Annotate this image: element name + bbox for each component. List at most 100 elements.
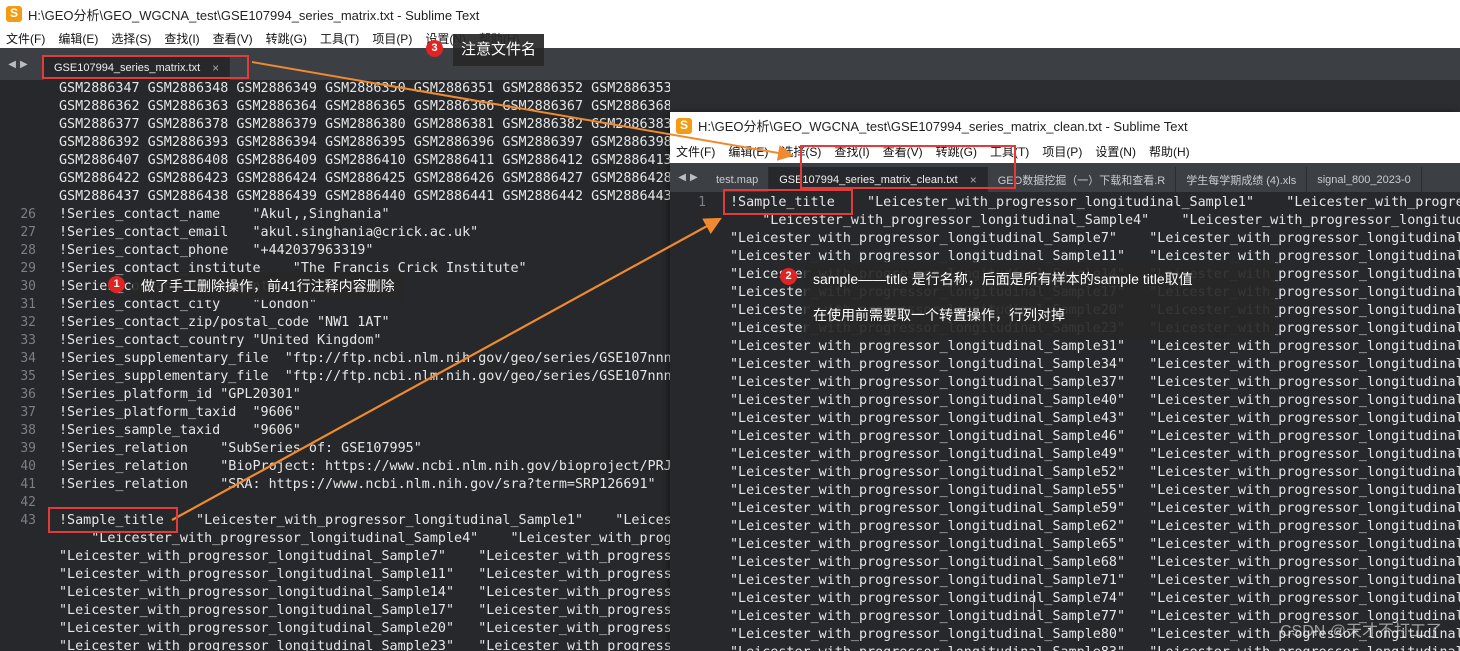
line-number: 42 <box>20 495 36 510</box>
line-number: 40 <box>20 459 36 474</box>
line-number <box>0 98 36 116</box>
menu-item[interactable]: 查看(V) <box>207 30 260 47</box>
tab-label: GEO数据挖掘（一）下载和查看.R <box>997 174 1166 187</box>
code-line: !Sample_title "Leicester_with_progressor… <box>59 513 670 528</box>
line-number: 30 <box>20 279 36 294</box>
tab-series-matrix[interactable]: GSE107994_series_matrix.txt × <box>44 55 231 80</box>
menu-item[interactable]: 文件(F) <box>0 30 52 47</box>
menu-item[interactable]: 工具(T) <box>314 30 366 47</box>
code-line: "Leicester_with_progressor_longitudinal_… <box>730 501 1460 516</box>
note-badge-2: 2 <box>780 268 797 285</box>
code-line: "Leicester_with_progressor_longitudinal_… <box>730 483 1460 498</box>
tab-2[interactable]: GEO数据挖掘（一）下载和查看.R <box>988 167 1177 192</box>
note-manual-delete: 做了手工删除操作，前41行注释内容删除 <box>133 272 403 300</box>
code-line: !Series_relation "BioProject: https://ww… <box>59 459 670 474</box>
line-number: 26 <box>20 207 36 222</box>
menu-item[interactable]: 转跳(G) <box>260 30 314 47</box>
code-line: "Leicester_with_progressor_longitudinal_… <box>59 549 670 564</box>
tab-4[interactable]: signal_800_2023-0 <box>1307 167 1422 192</box>
tab-close-icon[interactable]: × <box>212 61 219 75</box>
tab-label: test.map <box>716 173 759 186</box>
line-number: 41 <box>20 477 36 492</box>
code-line: !Series_sample_taxid "9606" <box>59 423 301 438</box>
code-line: !Series_contact_email "akul.singhania@cr… <box>59 225 479 240</box>
tab-nav-arrows[interactable]: ◀ ▶ <box>0 59 36 70</box>
tab-3[interactable]: 学生每学期成绩 (4).xls <box>1176 167 1308 192</box>
note-sample-title-line2: 在使用前需要取一个转置操作，行列对掉 <box>813 307 1065 323</box>
line-number <box>0 116 36 134</box>
tab-next-icon[interactable]: ▶ <box>690 172 698 183</box>
menu-item[interactable]: 查找(I) <box>828 143 876 160</box>
right-editor[interactable]: 1 !Sample_title "Leicester_with_progress… <box>670 192 1460 651</box>
code-line: !Series_contact_country "United Kingdom" <box>59 333 382 348</box>
right-tabbar: ◀ ▶ test.map GSE107994_series_matrix_clean… <box>670 163 1460 192</box>
menu-item[interactable]: 选择(S) <box>105 30 158 47</box>
code-line: "Leicester_with_progressor_longitudinal_… <box>91 531 670 546</box>
code-line: "Leicester_with_progressor_longitudinal_… <box>730 537 1460 552</box>
menu-item[interactable]: 查看(V) <box>877 143 930 160</box>
left-code-area[interactable]: GSM2886347 GSM2886348 GSM2886349 GSM2886… <box>59 80 670 651</box>
menu-item[interactable]: 编辑(E) <box>722 143 775 160</box>
csdn-watermark: CSDN @天才不打工了 <box>1279 623 1442 640</box>
text-cursor <box>1033 590 1034 618</box>
line-number: 27 <box>20 225 36 240</box>
line-number: 29 <box>20 261 36 276</box>
code-line: "Leicester_with_progressor_longitudinal_… <box>730 555 1460 570</box>
code-line: GSM2886362 GSM2886363 GSM2886364 GSM2886… <box>59 99 670 114</box>
code-line: !Series_contact_phone "+442037963319" <box>59 243 374 258</box>
left-editor[interactable]: 26 27 28 29 30 31 32 33 34 35 36 37 38 39 40 41 42 43 GSM… <box>0 80 670 651</box>
line-number <box>0 170 36 188</box>
note-badge-3: 3 <box>426 40 443 57</box>
code-line: "Leicester_with_progressor_longitudinal_… <box>730 644 1460 651</box>
left-menubar: 文件(F) 编辑(E) 选择(S) 查找(I) 查看(V) 转跳(G) 工具(T) 项目(P)… <box>0 28 1460 48</box>
code-line: "Leicester_with_progressor_longitudinal_… <box>730 339 1460 354</box>
code-line: GSM2886422 GSM2886423 GSM2886424 GSM2886… <box>59 171 670 186</box>
right-menubar: 文件(F) 编辑(E) 选择(S) 查找(I) 查看(V) 转跳(G) 工具(T) 项目(P)… <box>670 139 1460 163</box>
right-window-title: H:\GEO分析\GEO_WGCNA_test\GSE107994_series… <box>698 119 1188 134</box>
tab-label: GSE107994_series_matrix.txt <box>54 61 201 74</box>
line-number: 1 <box>698 195 706 210</box>
line-number <box>0 602 36 620</box>
menu-item[interactable]: 编辑(E) <box>52 30 105 47</box>
tab-nav-arrows[interactable]: ◀ ▶ <box>670 172 706 183</box>
tab-next-icon[interactable]: ▶ <box>20 59 28 70</box>
menu-item[interactable]: 转跳(G) <box>930 143 984 160</box>
note-sample-title: sample——title 是行名称，后面是所有样本的sample title取… <box>805 262 1275 338</box>
line-number <box>0 566 36 584</box>
tab-prev-icon[interactable]: ◀ <box>8 59 16 70</box>
note-badge-1: 1 <box>108 276 125 293</box>
left-titlebar: H:\GEO分析\GEO_WGCNA_test\GSE107994_series… <box>0 0 1460 28</box>
code-line: !Sample_title "Leicester_with_progressor… <box>730 195 1460 210</box>
code-line: "Leicester_with_progressor_longitudinal_… <box>762 213 1460 228</box>
code-line: GSM2886407 GSM2886408 GSM2886409 GSM2886… <box>59 153 670 168</box>
line-number: 38 <box>20 423 36 438</box>
menu-item[interactable]: 项目(P) <box>366 30 419 47</box>
menu-item[interactable]: 项目(P) <box>1036 143 1089 160</box>
menu-item[interactable]: 工具(T) <box>984 143 1036 160</box>
code-line: GSM2886437 GSM2886438 GSM2886439 GSM2886… <box>59 189 670 204</box>
menu-item[interactable]: 查找(I) <box>158 30 206 47</box>
line-number <box>0 80 36 98</box>
tab-1[interactable]: GSE107994_series_matrix_clean.txt × <box>769 167 988 192</box>
code-line: "Leicester_with_progressor_longitudinal_… <box>730 465 1460 480</box>
code-line: !Series_platform_id "GPL20301" <box>59 387 301 402</box>
line-number <box>0 548 36 566</box>
line-number: 28 <box>20 243 36 258</box>
code-line: !Series_supplementary_file "ftp://ftp.nc… <box>59 369 670 384</box>
line-number: 37 <box>20 405 36 420</box>
right-code-area[interactable]: !Sample_title "Leicester_with_progressor… <box>730 192 1460 651</box>
right-window: H:\GEO分析\GEO_WGCNA_test\GSE107994_series… <box>670 112 1460 651</box>
left-window-title: H:\GEO分析\GEO_WGCNA_test\GSE107994_series… <box>28 7 480 23</box>
code-line: "Leicester_with_progressor_longitudinal_… <box>730 573 1460 588</box>
tab-close-icon[interactable]: × <box>970 173 977 187</box>
code-line: "Leicester_with_progressor_longitudinal_… <box>730 591 1460 606</box>
menu-item[interactable]: 文件(F) <box>670 143 722 160</box>
line-number <box>0 188 36 206</box>
menu-item[interactable]: 设置(N) <box>1089 143 1143 160</box>
line-number <box>0 638 36 651</box>
line-number <box>0 152 36 170</box>
menu-item[interactable]: 帮助(H) <box>1143 143 1197 160</box>
tab-prev-icon[interactable]: ◀ <box>678 172 686 183</box>
menu-item[interactable]: 选择(S) <box>775 143 828 160</box>
tab-0[interactable]: test.map <box>706 167 770 192</box>
